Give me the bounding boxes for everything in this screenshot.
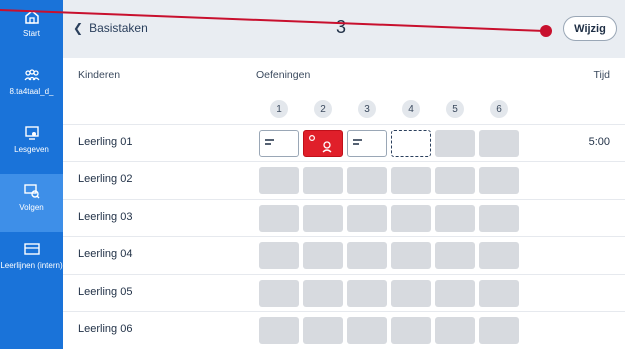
- learning-lines-icon: [23, 243, 40, 255]
- exercise-cell-empty[interactable]: [435, 242, 475, 270]
- exercise-cell-empty[interactable]: [259, 279, 299, 307]
- exercise-cell-current[interactable]: [391, 130, 431, 157]
- exercise-cell-empty[interactable]: [303, 317, 343, 344]
- exercise-number: 5: [446, 100, 464, 118]
- sidebar-item-label: Lesgeven: [14, 145, 49, 154]
- exercise-cell-empty[interactable]: [391, 204, 431, 232]
- student-name: Leerling 01: [78, 136, 133, 148]
- page-title: 3: [336, 17, 347, 37]
- sidebar-item-lesgeven[interactable]: Lesgeven: [0, 116, 63, 174]
- exercise-number: 2: [314, 100, 332, 118]
- exercise-cell-empty[interactable]: [347, 167, 387, 195]
- exercise-cell-empty[interactable]: [303, 242, 343, 270]
- sidebar-item-volgen[interactable]: Volgen: [0, 174, 63, 232]
- sidebar: Start 8.ta4taal_d_ Lesgeven Volgen Leerl…: [0, 0, 63, 349]
- text-lines-icon: [353, 139, 362, 145]
- exercise-cell-empty[interactable]: [479, 317, 519, 344]
- header: ❮ Basistaken 3 Wijzig: [63, 0, 625, 58]
- student-progress-table: Kinderen Oefeningen Tijd 1 2 3 4 5 6 Lee…: [63, 58, 625, 349]
- exercise-cell-empty[interactable]: [347, 317, 387, 344]
- exercise-cell-empty[interactable]: [347, 279, 387, 307]
- column-header-time: Tijd: [593, 69, 610, 81]
- exercise-cell-empty[interactable]: [303, 204, 343, 232]
- exercise-cell-empty[interactable]: [479, 167, 519, 195]
- exercise-number: 4: [402, 100, 420, 118]
- back-link[interactable]: ❮ Basistaken: [73, 21, 148, 35]
- exercise-cell-empty[interactable]: [435, 167, 475, 195]
- edit-button[interactable]: Wijzig: [563, 16, 617, 41]
- sidebar-item-label: 8.ta4taal_d_: [9, 87, 54, 96]
- sidebar-item-label: Leerlijnen (intern): [0, 261, 63, 270]
- exercise-cell-empty[interactable]: [435, 317, 475, 344]
- exercise-cell-answered[interactable]: [347, 130, 387, 157]
- table-row: Leerling 03: [63, 198, 625, 237]
- table-row: Leerling 05: [63, 273, 625, 312]
- monitor-icon: [23, 184, 39, 199]
- student-name: Leerling 02: [78, 173, 133, 186]
- column-header-children: Kinderen: [78, 69, 121, 81]
- sidebar-item-label: Start: [23, 29, 40, 38]
- time-value: 5:00: [588, 136, 610, 148]
- exercise-cell-empty[interactable]: [479, 279, 519, 307]
- exercise-cell-error[interactable]: [303, 130, 343, 157]
- exercise-cell-empty[interactable]: [259, 167, 299, 195]
- exercise-cell-empty[interactable]: [347, 242, 387, 270]
- teach-icon: [24, 126, 39, 140]
- exercise-cell-empty[interactable]: [391, 279, 431, 307]
- student-name: Leerling 05: [78, 285, 133, 298]
- exercise-cell-empty[interactable]: [479, 130, 519, 157]
- table-row: Leerling 02: [63, 161, 625, 199]
- exercise-number: 1: [270, 100, 288, 118]
- exercise-cell-empty[interactable]: [259, 204, 299, 232]
- exercise-cell-empty[interactable]: [435, 130, 475, 157]
- exercise-cell-answered[interactable]: [259, 130, 299, 157]
- exercise-cell-empty[interactable]: [347, 204, 387, 232]
- exercise-cell-empty[interactable]: [259, 317, 299, 344]
- exercise-cell-empty[interactable]: [479, 204, 519, 232]
- exercise-cell-empty[interactable]: [479, 242, 519, 270]
- sidebar-item-leerlijnen[interactable]: Leerlijnen (intern): [0, 232, 63, 294]
- back-label: Basistaken: [89, 21, 148, 35]
- exercise-cell-empty[interactable]: [391, 317, 431, 344]
- exercise-cell-empty[interactable]: [391, 167, 431, 195]
- text-lines-icon: [265, 139, 274, 145]
- exercise-cell-empty[interactable]: [303, 279, 343, 307]
- chevron-left-icon: ❮: [73, 21, 84, 35]
- exercise-cell-empty[interactable]: [391, 242, 431, 270]
- table-row: Leerling 04: [63, 236, 625, 274]
- sidebar-item-start[interactable]: Start: [0, 0, 63, 58]
- exercise-cell-empty[interactable]: [435, 279, 475, 307]
- exercise-cell-empty[interactable]: [435, 204, 475, 232]
- exercise-cell-empty[interactable]: [303, 167, 343, 195]
- table-row: Leerling 01 5:00: [63, 124, 625, 162]
- exercise-cell-empty[interactable]: [259, 242, 299, 270]
- sidebar-item-label: Volgen: [19, 203, 44, 212]
- group-icon: [24, 69, 39, 81]
- table-row: Leerling 06: [63, 311, 625, 349]
- exercise-number: 3: [358, 100, 376, 118]
- student-name: Leerling 06: [78, 323, 133, 335]
- exercise-number: 6: [490, 100, 508, 118]
- student-name: Leerling 03: [78, 210, 133, 223]
- column-header-exercises: Oefeningen: [256, 69, 311, 81]
- home-icon: [24, 10, 39, 24]
- sidebar-item-group[interactable]: 8.ta4taal_d_: [0, 58, 63, 116]
- error-feedback-icon: [308, 134, 332, 153]
- student-name: Leerling 04: [78, 248, 133, 261]
